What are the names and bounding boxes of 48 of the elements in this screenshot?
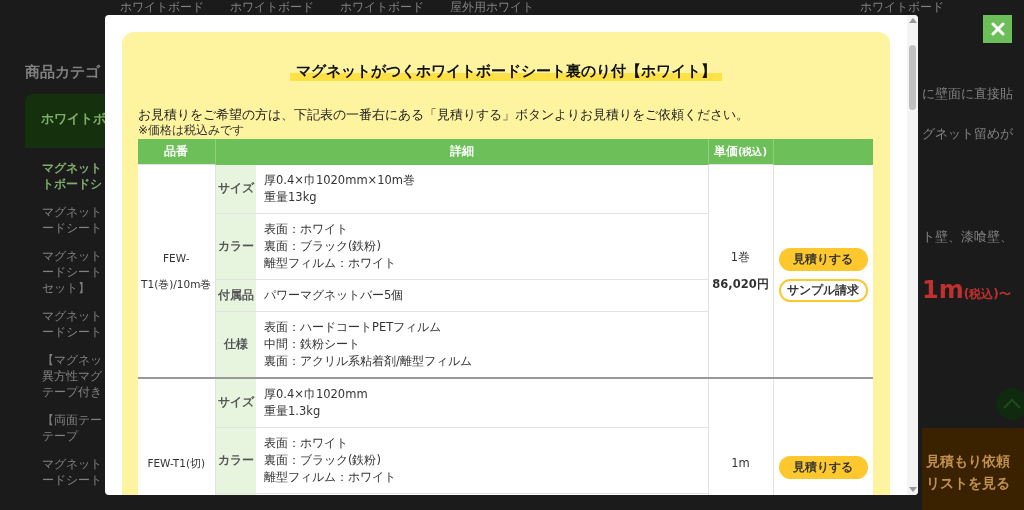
category-link[interactable]: 【両面テー テープ [42, 412, 105, 444]
quote-button[interactable]: 見積りする [778, 247, 868, 271]
nav-link[interactable]: ホワイトボード [120, 1, 204, 15]
close-button[interactable] [983, 15, 1012, 43]
category-link[interactable]: マグネット ードシート [42, 204, 105, 236]
sample-request-button[interactable]: サンプル請求 [778, 278, 868, 302]
spec-value-cell: 表面：ホワイト 裏面：ブラック(鉄粉) 離型フィルム：ホワイト [256, 213, 708, 279]
spec-label-cell: 仕様 [215, 311, 256, 378]
category-tab[interactable]: ホワイトボ [25, 94, 105, 148]
nav-link[interactable]: ホワイトボード [860, 1, 944, 15]
column-header: 品番 [138, 139, 215, 165]
sidebar-heading: 商品カテゴ [25, 63, 102, 82]
scroll-top-button[interactable] [996, 388, 1024, 420]
category-link[interactable]: マグネット トボードシ [42, 160, 105, 192]
column-header: 詳細 [215, 139, 708, 165]
scrollbar[interactable] [907, 15, 918, 495]
quote-list-button[interactable]: 見積もり依頼 リストを見る [922, 428, 1024, 510]
column-header: 単価(税込) [708, 139, 773, 165]
spec-label-cell: カラー [215, 213, 256, 279]
description-text: グネット留めが [922, 125, 1014, 143]
price-cell: 1m [708, 377, 773, 495]
description-text: ト壁、漆喰壁、 [922, 228, 1014, 246]
spec-value-cell: 表面：ハードコートPETフィルム 中間：鉄粉シート 裏面：アクリル系粘着剤/離型フィルム [256, 311, 708, 378]
part-number-cell: FEW-T1(巻)/10m巻 [138, 164, 215, 378]
close-icon [990, 22, 1005, 36]
instruction-text: お見積りをご希望の方は、下記表の一番右にある「見積りする」ボタンよりお見積りをご依頼ください。 [138, 107, 750, 123]
chevron-up-icon [1002, 398, 1022, 410]
quote-button[interactable]: 見積りする [778, 455, 868, 479]
nav-link[interactable]: ホワイトボード [340, 1, 424, 15]
price-text: 1m [922, 276, 964, 304]
spec-label-cell: サイズ [215, 377, 256, 427]
spec-value-cell: 表面：ホワイト 裏面：ブラック(鉄粉) 離型フィルム：ホワイト [256, 427, 708, 493]
nav-link[interactable]: 屋外用ホワイト [450, 1, 534, 15]
category-link[interactable]: マグネット ードシート [42, 456, 105, 488]
category-link[interactable]: マグネット ードシート セット】 [42, 248, 105, 296]
tax-note: (税込)〜 [963, 287, 1011, 301]
spec-value-cell: パワーマグネットバー5個 [256, 279, 708, 311]
spec-value-cell: 厚0.4×巾1020mm 重量1.3kg [256, 377, 708, 427]
modal-title: マグネットがつくホワイトボードシート裏のり付【ホワイト】 [289, 61, 722, 81]
spec-label-cell: サイズ [215, 164, 256, 213]
description-text: に壁面に直接貼 [922, 85, 1014, 103]
category-link[interactable]: 【マグネッ 異方性マグ テープ付き [42, 352, 105, 400]
price-cell: 1巻 86,020円 [708, 164, 773, 378]
nav-link[interactable]: ホワイトボード [230, 1, 314, 15]
tax-note: ※価格は税込みです [138, 123, 246, 137]
spec-label-cell: カラー [215, 427, 256, 493]
category-link[interactable]: マグネット ードシート [42, 308, 105, 340]
spec-value-cell: 厚0.4×巾1020mm×10m巻 重量13kg [256, 164, 708, 213]
